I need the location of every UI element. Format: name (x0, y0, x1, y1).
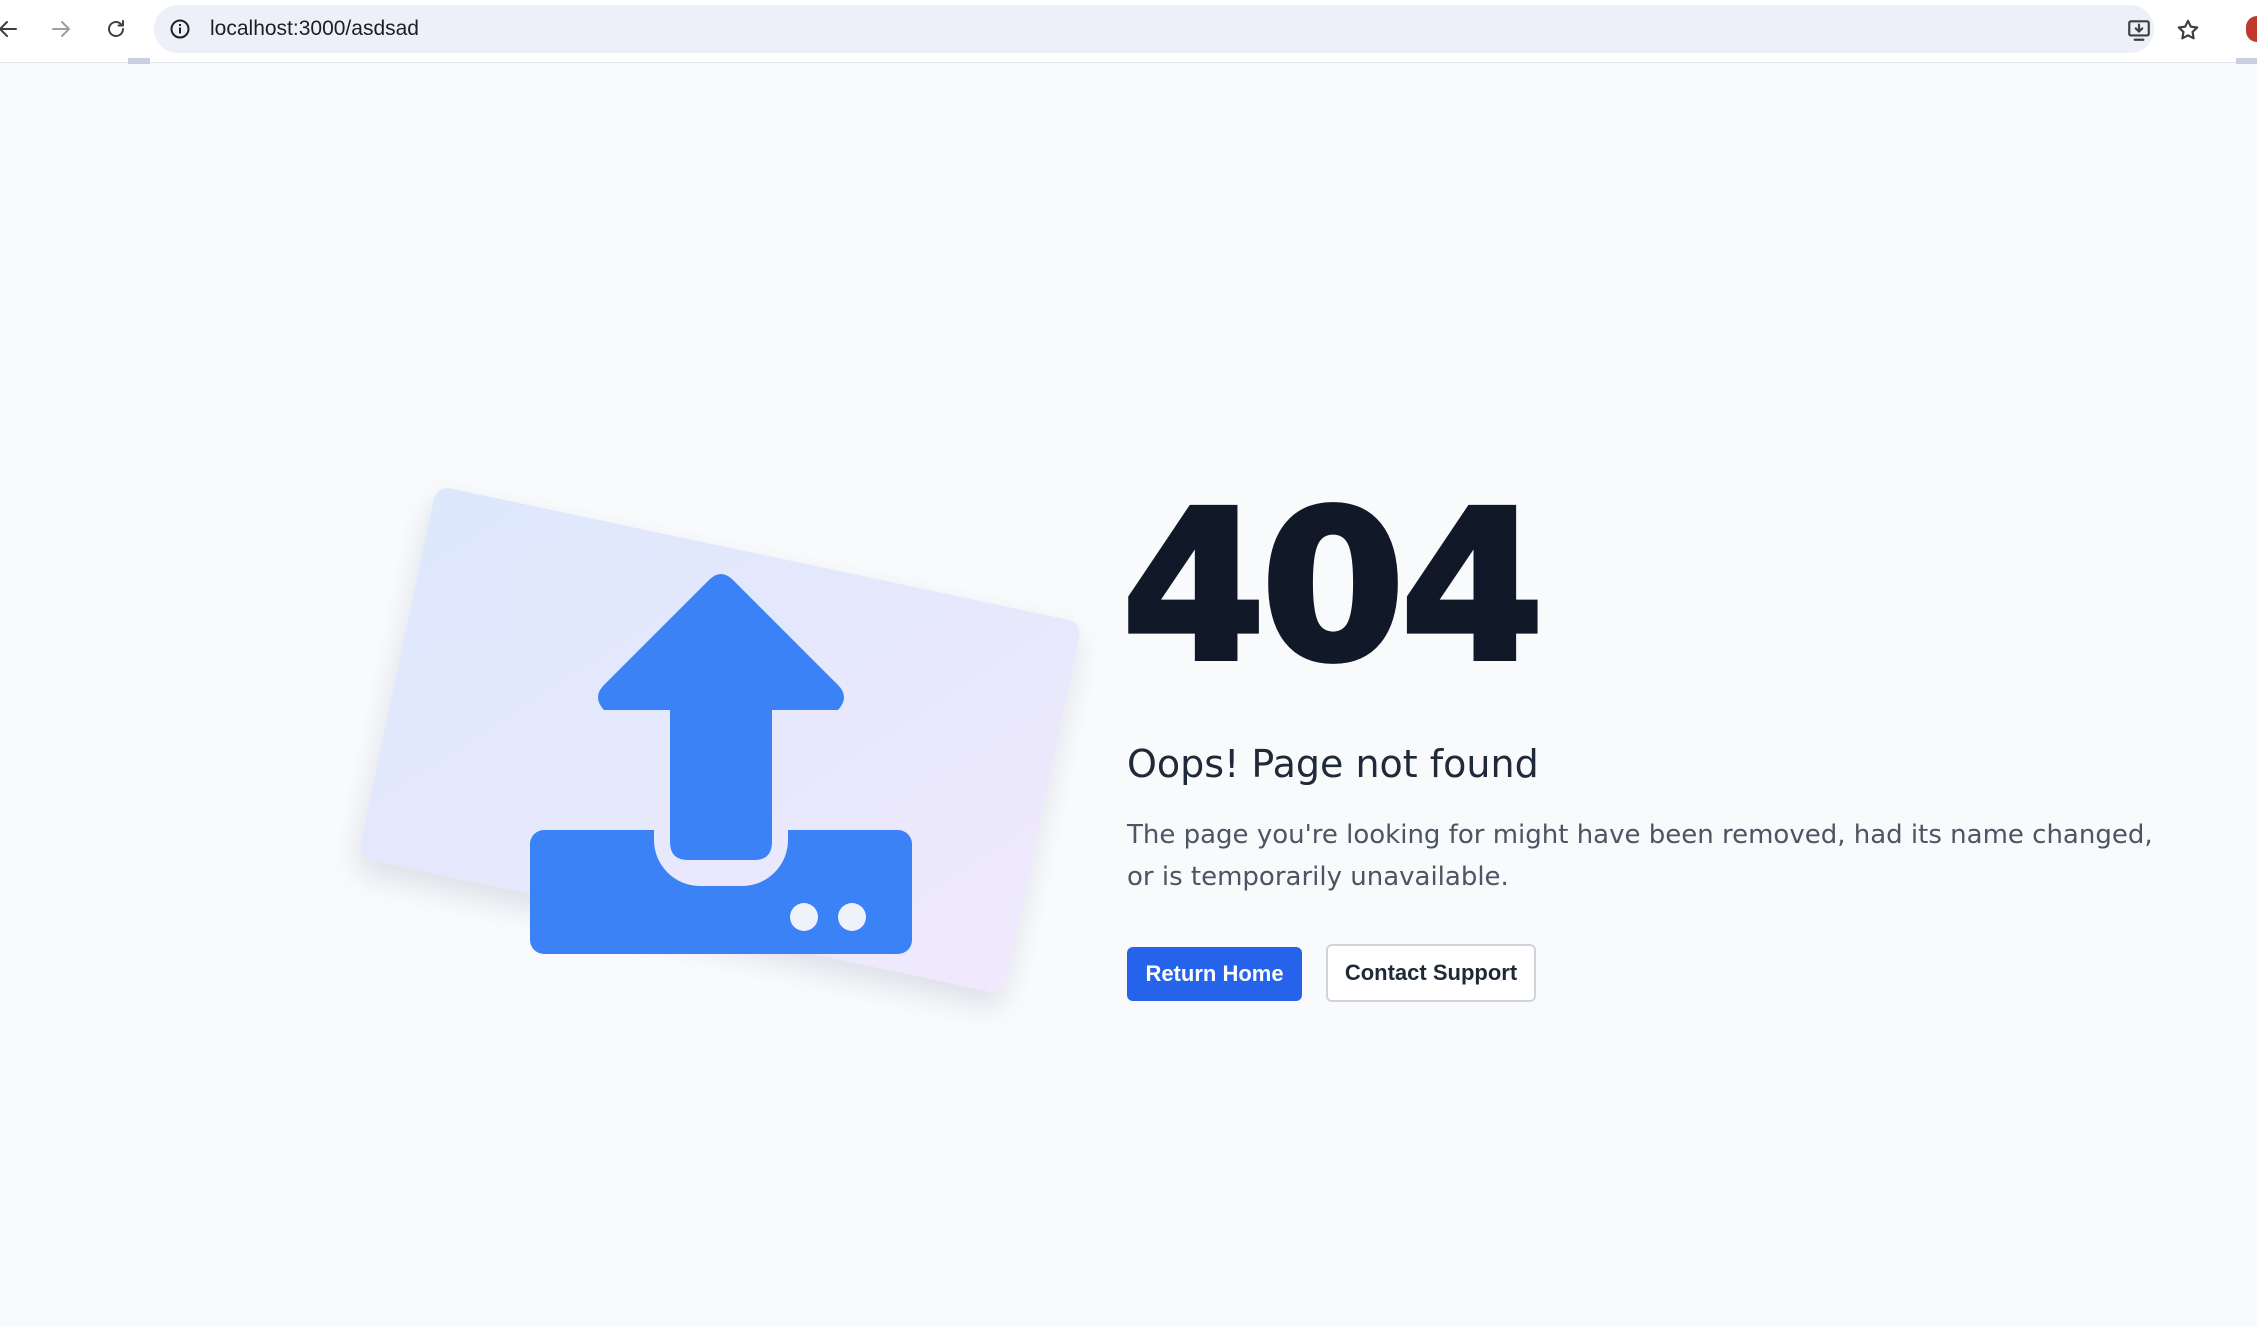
arrow-right-icon (52, 21, 70, 37)
error-code: 404 (1119, 467, 1547, 707)
back-button[interactable] (0, 13, 24, 45)
forward-button[interactable] (45, 13, 77, 45)
return-home-button[interactable]: Return Home (1127, 947, 1302, 1001)
install-app-icon (2128, 20, 2150, 41)
star-icon (2177, 19, 2199, 40)
address-bar[interactable]: localhost:3000/asdsad (154, 5, 2199, 53)
toolbar-divider (128, 58, 150, 64)
upload-tray-icon (530, 574, 912, 954)
arrow-left-icon (0, 21, 17, 37)
install-app-button[interactable] (2126, 17, 2152, 43)
reload-icon (108, 20, 124, 37)
bookmark-button[interactable] (2175, 17, 2201, 43)
error-description: The page you're looking for might have b… (1127, 820, 2153, 892)
url-text[interactable]: localhost:3000/asdsad (210, 5, 419, 53)
page-title: Oops! Page not found (1127, 742, 1539, 786)
info-icon[interactable] (168, 17, 192, 41)
reload-button[interactable] (100, 13, 132, 45)
profile-avatar[interactable] (2246, 16, 2257, 42)
contact-support-button[interactable]: Contact Support (1326, 944, 1536, 1002)
browser-toolbar: localhost:3000/asdsad (0, 0, 2257, 64)
toolbar-divider (2236, 58, 2257, 64)
